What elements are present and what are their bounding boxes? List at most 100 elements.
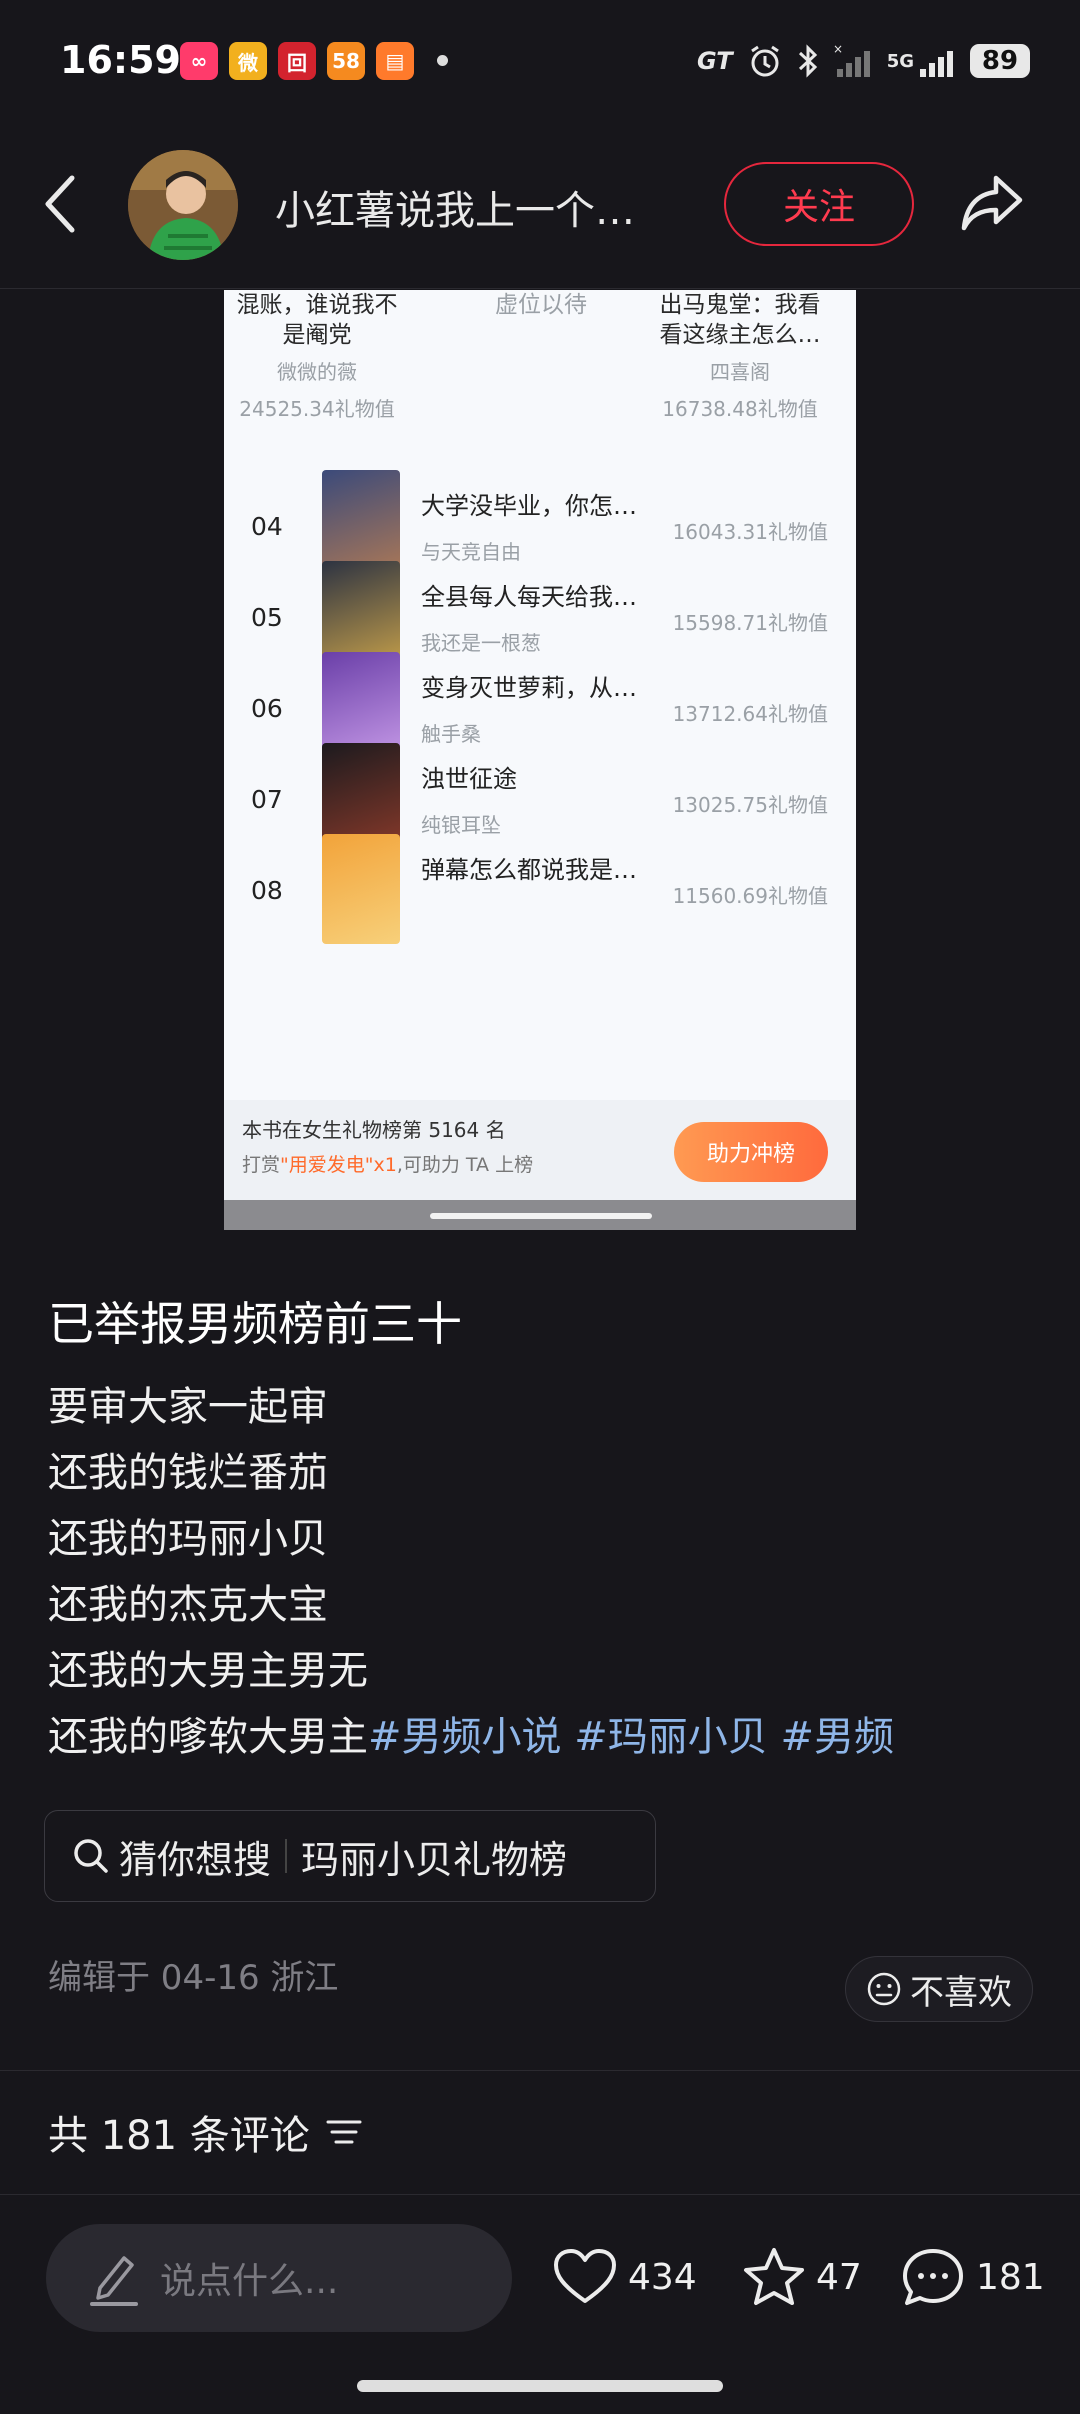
book-cover <box>322 834 400 944</box>
edit-info: 编辑于 04-16 浙江 <box>48 1958 339 1998</box>
post-line: 还我的杰克大宝 <box>48 1582 328 1628</box>
boost-hint: 打赏"用爱发电"x1,可助力 TA 上榜 <box>242 1150 533 1177</box>
pencil-icon <box>90 2256 138 2306</box>
chevron-left-icon[interactable] <box>38 172 84 236</box>
signal-icon <box>920 51 953 77</box>
avatar[interactable] <box>128 150 238 260</box>
dislike-button[interactable]: 不喜欢 <box>845 1956 1033 2022</box>
comment-count-label: 共 181 条评论 <box>48 2113 310 2159</box>
signal-off-icon: × <box>833 43 870 77</box>
book-title: 变身灭世萝莉，从… <box>421 674 637 702</box>
top-left-title-1: 混账，谁说我不 <box>236 292 398 318</box>
chip-divider <box>285 1839 288 1873</box>
like-count: 434 <box>628 2256 697 2298</box>
post-line: 还我的大男主男无 <box>48 1648 368 1694</box>
gift-value: 11560.69礼物值 <box>672 884 828 908</box>
book-author: 触手桑 <box>421 722 481 746</box>
dislike-label: 不喜欢 <box>910 1972 1012 2013</box>
search-icon <box>74 1839 108 1873</box>
book-title: 大学没毕业，你怎… <box>421 492 637 520</box>
book-title: 弹幕怎么都说我是… <box>421 856 637 884</box>
book-icon: ▤ <box>376 42 414 80</box>
comment-count: 共 181 条评论 <box>48 2103 364 2161</box>
comment-bubble-icon <box>903 2249 963 2305</box>
top-middle-title: 虚位以待 <box>495 292 587 318</box>
hashtag[interactable]: #玛丽小贝 <box>574 1714 768 1760</box>
post-line-text: 还我的嗲软大男主 <box>48 1714 368 1760</box>
hashtag[interactable]: #男频小说 <box>368 1714 562 1760</box>
author-name[interactable]: 小红薯说我上一个… <box>275 178 635 236</box>
like-button[interactable]: 434 <box>552 2244 697 2310</box>
hashtag[interactable]: #男频 <box>780 1714 894 1760</box>
book-author: 纯银耳坠 <box>421 813 501 837</box>
home-indicator[interactable] <box>357 2380 723 2392</box>
weibo-icon: 微 <box>229 42 267 80</box>
post-line: 还我的玛丽小贝 <box>48 1516 328 1562</box>
book-title: 全县每人每天给我… <box>421 583 637 611</box>
embedded-home-indicator <box>430 1213 652 1219</box>
top-left-title-2: 是阉党 <box>282 322 352 348</box>
comment-input[interactable]: 说点什么... <box>46 2224 512 2332</box>
rank-number: 04 <box>251 512 283 541</box>
notification-dot-icon <box>437 55 448 66</box>
header-divider <box>0 288 1080 289</box>
divider <box>0 2070 1080 2071</box>
rank-number: 05 <box>251 603 283 632</box>
top-book-middle: 虚位以待 <box>456 290 626 320</box>
search-suggestion-chip[interactable]: 猜你想搜 玛丽小贝礼物榜 <box>44 1810 656 1902</box>
comment-button[interactable]: 181 <box>900 2244 1045 2310</box>
favorite-button[interactable]: 47 <box>742 2244 862 2310</box>
embedded-screenshot: 混账，谁说我不 是阉党 微微的薇 24525.34礼物值 虚位以待 出马鬼堂：我… <box>224 290 856 1230</box>
divider <box>0 2194 1080 2195</box>
alarm-icon <box>750 45 779 77</box>
search-suggestion-query: 玛丽小贝礼物榜 <box>301 1837 568 1882</box>
app-icon-3: 回 <box>278 42 316 80</box>
battery-indicator: 89 <box>970 44 1030 78</box>
svg-text:×: × <box>833 43 843 56</box>
follow-button[interactable]: 关注 <box>724 162 914 246</box>
hint-prefix: 打赏 <box>242 1154 281 1176</box>
book-title: 浊世征途 <box>421 765 517 793</box>
sort-icon[interactable] <box>324 2116 364 2148</box>
top-left-author: 微微的薇 <box>277 360 357 384</box>
top-right-value: 16738.48礼物值 <box>662 397 818 421</box>
star-icon <box>744 2248 804 2305</box>
post-line: 要审大家一起审 <box>48 1384 328 1430</box>
comment-count-number: 181 <box>976 2256 1045 2298</box>
book-author: 与天竞自由 <box>421 540 521 564</box>
post-title: 已举报男频榜前三十 <box>48 1297 462 1351</box>
top-right-author: 四喜阁 <box>710 360 770 384</box>
comment-placeholder: 说点什么... <box>160 2261 339 2302</box>
app-icon-1: ∞ <box>180 42 218 80</box>
hint-suffix: ,可助力 TA 上榜 <box>396 1154 534 1176</box>
post-line: 还我的钱烂番茄 <box>48 1450 328 1496</box>
58-icon: 58 <box>327 42 365 80</box>
hint-highlight: "用爱发电"x1 <box>280 1154 397 1176</box>
post-line-with-tags: 还我的嗲软大男主#男频小说 #玛丽小贝 #男频 <box>48 1704 894 1762</box>
boost-button[interactable]: 助力冲榜 <box>674 1122 828 1182</box>
top-right-title-1: 出马鬼堂：我看 <box>659 292 821 318</box>
heart-icon <box>554 2249 616 2303</box>
share-arrow-icon[interactable] <box>958 170 1026 236</box>
rank-number: 07 <box>251 785 283 814</box>
status-time: 16:59 <box>60 38 181 82</box>
bluetooth-icon <box>798 44 817 78</box>
rank-number: 06 <box>251 694 283 723</box>
top-right-title-2: 看这缘主怎么… <box>659 322 821 348</box>
network-badge: GT <box>697 47 733 75</box>
gift-value: 13025.75礼物值 <box>672 793 828 817</box>
rank-text: 本书在女生礼物榜第 5164 名 <box>242 1118 506 1142</box>
top-left-value: 24525.34礼物值 <box>239 397 395 421</box>
gift-value: 16043.31礼物值 <box>672 520 828 544</box>
meh-face-icon <box>867 1972 901 2006</box>
search-suggestion-label: 猜你想搜 <box>119 1837 272 1882</box>
network-type: 5G <box>886 50 914 72</box>
gift-value: 15598.71礼物值 <box>672 611 828 635</box>
gift-value: 13712.64礼物值 <box>672 702 828 726</box>
book-author: 我还是一根葱 <box>421 631 541 655</box>
status-icons: GT × 5G 89 <box>697 40 1030 82</box>
top-book-left: 混账，谁说我不 是阉党 微微的薇 24525.34礼物值 <box>232 290 402 422</box>
top-book-right: 出马鬼堂：我看 看这缘主怎么… 四喜阁 16738.48礼物值 <box>642 290 838 422</box>
rank-number: 08 <box>251 876 283 905</box>
favorite-count: 47 <box>816 2256 862 2298</box>
